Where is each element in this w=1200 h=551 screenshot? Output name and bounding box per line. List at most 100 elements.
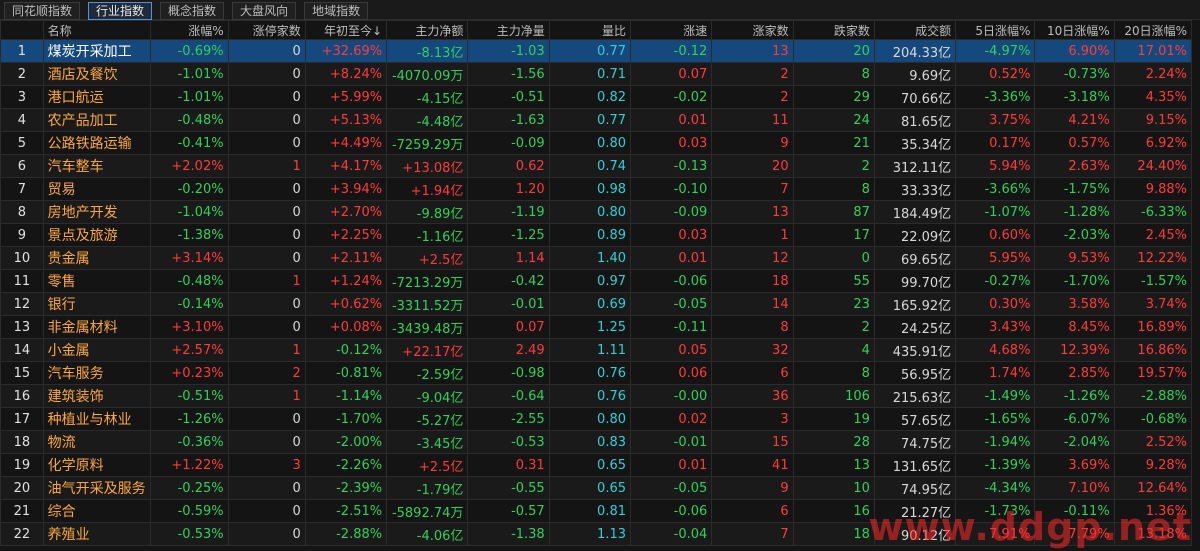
- cell-col-9: 11: [711, 108, 794, 132]
- industry-index-table: 名称 涨幅% 涨停家数 年初至今↓ 主力净额 主力净量 量比 涨速 涨家数 跌家数 成交额 5日涨幅%…: [0, 20, 1193, 546]
- table-row[interactable]: 5 公路铁路运输 -0.41% 0 +4.49% -7259.29万 -0.09 0.80 0.…: [0, 131, 1193, 155]
- cell-col-13: 7.10%: [1034, 476, 1115, 500]
- cell-col-4: -2.51%: [304, 499, 388, 523]
- cell-col-0: 10: [0, 246, 44, 270]
- cell-col-9: 2: [711, 62, 794, 86]
- table-row[interactable]: 7 贸易 -0.20% 0 +3.94% +1.94亿 1.20 0.98 -0.10 7 8 33.…: [0, 177, 1193, 201]
- table-row[interactable]: 12 银行 -0.14% 0 +0.62% -3311.52万 -0.01 0.69 -0.05…: [0, 292, 1193, 316]
- table-row[interactable]: 3 港口航运 -1.01% 0 +5.99% -4.15亿 -0.51 0.82 -0.02 2 2…: [0, 85, 1193, 109]
- cell-col-10: 10: [792, 476, 875, 500]
- column-header-3[interactable]: 涨停家数: [227, 20, 306, 40]
- cell-col-1: 汽车服务: [42, 361, 152, 385]
- cell-col-5: -3311.52万: [386, 292, 469, 316]
- cell-col-14: 4.35%: [1113, 85, 1193, 109]
- tab-2[interactable]: 概念指数: [160, 1, 225, 20]
- cell-col-11: 35.34亿: [873, 131, 957, 155]
- cell-col-6: 1.20: [467, 177, 550, 201]
- cell-col-12: -3.66%: [955, 177, 1036, 201]
- tab-4[interactable]: 地域指数: [304, 1, 369, 20]
- table-row[interactable]: 1 煤炭开采加工 -0.69% 0 +32.69% -8.13亿 -1.03 0.77 -0.1…: [0, 39, 1193, 63]
- table-row[interactable]: 18 物流 -0.36% 0 -2.00% -3.45亿 -0.53 0.83 -0.01 15 2…: [0, 430, 1193, 454]
- cell-col-9: 18: [711, 269, 794, 293]
- table-row[interactable]: 16 建筑装饰 -0.51% 1 -1.14% -9.04亿 -0.64 0.76 -0.00 3…: [0, 384, 1193, 408]
- cell-col-9: 6: [711, 361, 794, 385]
- table-row[interactable]: 8 房地产开发 -1.04% 0 +2.70% -9.89亿 -1.19 0.80 -0.09 1…: [0, 200, 1193, 224]
- table-row[interactable]: 2 酒店及餐饮 -1.01% 0 +8.24% -4070.09万 -1.56 0.71 0.0…: [0, 62, 1193, 86]
- cell-col-14: -1.57%: [1113, 269, 1193, 293]
- column-header-10[interactable]: 跌家数: [792, 20, 875, 40]
- cell-col-4: +1.24%: [304, 269, 388, 293]
- cell-col-6: -1.56: [467, 62, 550, 86]
- cell-col-2: -0.25%: [150, 476, 229, 500]
- tab-3[interactable]: 大盘风向: [232, 1, 297, 20]
- cell-col-9: 20: [711, 154, 794, 178]
- cell-col-3: 0: [227, 246, 306, 270]
- cell-col-7: 0.83: [548, 430, 632, 454]
- cell-col-3: 1: [227, 384, 306, 408]
- column-header-8[interactable]: 涨速: [629, 20, 713, 40]
- cell-col-10: 8: [792, 361, 875, 385]
- cell-col-7: 0.77: [548, 39, 632, 63]
- cell-col-5: -5.27亿: [386, 407, 469, 431]
- column-header-11[interactable]: 成交额: [873, 20, 957, 40]
- column-header-4[interactable]: 年初至今↓: [304, 20, 388, 40]
- column-header-1[interactable]: 名称: [42, 20, 152, 40]
- table-row[interactable]: 21 综合 -0.59% 0 -2.51% -5892.74万 -0.57 0.81 -0.06…: [0, 499, 1193, 523]
- table-row[interactable]: 10 贵金属 +3.14% 0 +2.11% +2.5亿 1.14 1.40 0.01 12 0 69…: [0, 246, 1193, 270]
- cell-col-4: +4.17%: [304, 154, 388, 178]
- column-header-13[interactable]: 10日涨幅%: [1034, 20, 1115, 40]
- table-row[interactable]: 9 景点及旅游 -1.38% 0 +2.25% -1.16亿 -1.25 0.89 0.03 1 1…: [0, 223, 1193, 247]
- column-header-0[interactable]: [0, 20, 44, 40]
- cell-col-12: 3.43%: [955, 315, 1036, 339]
- cell-col-2: +3.10%: [150, 315, 229, 339]
- cell-col-11: 90.12亿: [873, 522, 957, 546]
- cell-col-14: 9.28%: [1113, 453, 1193, 477]
- cell-col-2: -0.59%: [150, 499, 229, 523]
- cell-col-2: -1.26%: [150, 407, 229, 431]
- cell-col-12: -4.97%: [955, 39, 1036, 63]
- cell-col-10: 13: [792, 453, 875, 477]
- column-header-6[interactable]: 主力净量: [467, 20, 550, 40]
- table-row[interactable]: 17 种植业与林业 -1.26% 0 -1.70% -5.27亿 -2.55 0.80 0.02…: [0, 407, 1193, 431]
- cell-col-5: -1.79亿: [386, 476, 469, 500]
- cell-col-3: 0: [227, 292, 306, 316]
- table-row[interactable]: 20 油气开采及服务 -0.25% 0 -2.39% -1.79亿 -0.55 0.65 -0.…: [0, 476, 1193, 500]
- table-row[interactable]: 6 汽车整车 +2.02% 1 +4.17% +13.08亿 0.62 0.74 -0.13 20…: [0, 154, 1193, 178]
- cell-col-0: 20: [0, 476, 44, 500]
- table-row[interactable]: 13 非金属材料 +3.10% 0 +0.08% -3439.48万 0.07 1.25 -0.…: [0, 315, 1193, 339]
- column-header-2[interactable]: 涨幅%: [150, 20, 229, 40]
- cell-col-2: -0.36%: [150, 430, 229, 454]
- table-row[interactable]: 15 汽车服务 +0.23% 2 -0.81% -2.59亿 -0.98 0.76 0.06 6 8…: [0, 361, 1193, 385]
- tab-bar: 同花顺指数 行业指数 概念指数 大盘风向 地域指数: [0, 0, 1200, 20]
- tab-0[interactable]: 同花顺指数: [4, 1, 81, 20]
- cell-col-14: -6.33%: [1113, 200, 1193, 224]
- column-header-9[interactable]: 涨家数: [711, 20, 794, 40]
- tab-1[interactable]: 行业指数: [88, 1, 153, 20]
- cell-col-6: -2.55: [467, 407, 550, 431]
- cell-col-7: 0.71: [548, 62, 632, 86]
- cell-col-12: 0.52%: [955, 62, 1036, 86]
- cell-col-7: 0.81: [548, 499, 632, 523]
- column-header-5[interactable]: 主力净额: [386, 20, 469, 40]
- table-row[interactable]: 4 农产品加工 -0.48% 0 +5.13% -4.48亿 -1.63 0.77 0.01 11…: [0, 108, 1193, 132]
- table-header: 名称 涨幅% 涨停家数 年初至今↓ 主力净额 主力净量 量比 涨速 涨家数 跌家数 成交额 5日涨幅%…: [0, 20, 1193, 40]
- table-row[interactable]: 19 化学原料 +1.22% 3 -2.26% +2.5亿 0.31 0.65 0.01 41 13…: [0, 453, 1193, 477]
- cell-col-7: 0.80: [548, 407, 632, 431]
- cell-col-6: -1.19: [467, 200, 550, 224]
- table-row[interactable]: 11 零售 -0.48% 1 +1.24% -7213.29万 -0.42 0.97 -0.06…: [0, 269, 1193, 293]
- cell-col-4: +0.62%: [304, 292, 388, 316]
- cell-col-14: 9.15%: [1113, 108, 1193, 132]
- cell-col-3: 1: [227, 154, 306, 178]
- cell-col-10: 28: [792, 430, 875, 454]
- cell-col-2: +2.57%: [150, 338, 229, 362]
- cell-col-6: -0.55: [467, 476, 550, 500]
- table-row[interactable]: 14 小金属 +2.57% 1 -0.12% +22.17亿 2.49 1.11 0.05 32 4…: [0, 338, 1193, 362]
- column-header-7[interactable]: 量比: [548, 20, 632, 40]
- column-header-14[interactable]: 20日涨幅%: [1113, 20, 1193, 40]
- cell-col-14: 12.22%: [1113, 246, 1193, 270]
- table-row[interactable]: 22 养殖业 -0.53% 0 -2.88% -4.06亿 -1.38 1.13 -0.04 7 1…: [0, 522, 1193, 546]
- cell-col-7: 1.13: [548, 522, 632, 546]
- column-header-12[interactable]: 5日涨幅%: [955, 20, 1036, 40]
- cell-col-12: -3.36%: [955, 85, 1036, 109]
- cell-col-0: 15: [0, 361, 44, 385]
